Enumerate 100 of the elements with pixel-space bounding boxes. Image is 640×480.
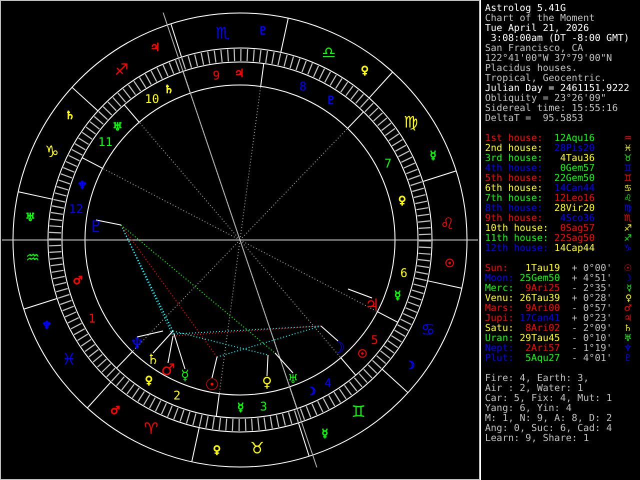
house-cusp-position: 0Sag57 (560, 224, 595, 234)
element-summary-text: Car: 5, Fix: 4, Mut: 1 (485, 394, 614, 404)
house-ruler-glyph: ☽ (306, 385, 316, 398)
house-number: 6 (400, 266, 408, 280)
house-cusp-position: 28Vir20 (553, 204, 595, 214)
house-ruler-glyph: ♀ (398, 194, 406, 208)
ruler-glyph: ♂ (110, 404, 120, 418)
planet-glyph: ♀ (625, 294, 632, 304)
house-cusp-position: 14Can44 (553, 184, 595, 194)
ruler-glyph: ♀ (212, 444, 221, 457)
planet-glyph: ♇ (624, 354, 632, 364)
planet-glyph: ☿ (626, 284, 632, 294)
house-label: 12th house: (485, 244, 549, 254)
sign-glyph: ♏ (624, 214, 632, 224)
planet-glyph: ☿ (180, 368, 190, 384)
sign-glyph: ♊ (624, 174, 632, 184)
house-label: 5th house: (485, 174, 544, 184)
chart-info-text: DeltaT = 95.5853 (485, 114, 584, 124)
house-number: 11 (98, 135, 113, 150)
house-ruler-glyph: ♃ (234, 67, 244, 80)
house-ruler-glyph: ☿ (237, 401, 244, 414)
house-label: 9th house: (485, 214, 543, 224)
planet-name: Sun: (485, 264, 510, 274)
sign-glyph: ♑ (624, 244, 632, 254)
sign-glyph: ♒ (624, 134, 632, 144)
house-cusp-position: 22Gem50 (553, 174, 595, 184)
planet-name: Uran: (485, 334, 515, 344)
element-summary-text: Fire: 4, Earth: 3, (485, 374, 590, 384)
planet-glyph: ♃ (364, 295, 380, 314)
planet-glyph: ♆ (130, 334, 144, 353)
ruler-glyph: ♆ (42, 318, 52, 332)
house-label: 2nd house: (485, 144, 544, 154)
house-number: 10 (144, 92, 160, 106)
house-number: 3 (260, 399, 268, 414)
ruler-glyph: ♃ (150, 40, 160, 54)
house-ruler-glyph: ♇ (326, 94, 336, 108)
planet-name: Jupi: (485, 314, 515, 324)
planet-glyph: ♂ (160, 360, 176, 379)
house-cusp-position: 4Tau36 (559, 154, 595, 164)
zodiac-sign-glyph: ♉ (250, 438, 264, 458)
house-number: 8 (299, 79, 307, 94)
house-label: 6th house: (485, 184, 544, 194)
house-cusp-position: 4Sco36 (559, 214, 595, 224)
ruler-glyph: ♇ (258, 24, 268, 38)
planet-name: Plut: (485, 354, 515, 364)
ruler-glyph: ♅ (25, 210, 36, 224)
ruler-glyph: ♀ (360, 64, 369, 77)
house-number: 5 (370, 332, 378, 347)
planet-glyph: ♄ (146, 352, 160, 368)
planet-glyph: ♇ (88, 217, 104, 236)
planet-latitude: + 0°23' (570, 314, 612, 324)
chart-info-text: Julian Day = 2461151.9222 (485, 84, 630, 94)
planet-name: Merc: (485, 284, 515, 294)
planet-position: 29Tau45 (520, 334, 560, 344)
zodiac-sign-glyph: ♋ (420, 320, 436, 339)
planet-name: Moon: (485, 274, 515, 284)
house-number: 4 (324, 376, 332, 390)
planet-glyph: ♅ (624, 334, 632, 344)
element-summary-text: Yang: 6, Yin: 4 (485, 404, 572, 414)
chart-info-text: Obliquity = 23°26'09" (485, 94, 606, 104)
zodiac-sign-glyph: ♐ (114, 60, 129, 80)
planet-latitude: + 0°28' (570, 294, 612, 304)
planet-position: 5Aqu27 (524, 354, 560, 364)
house-ruler-glyph: ♂ (72, 274, 83, 287)
planet-name: Satu: (485, 324, 515, 334)
zodiac-sign-glyph: ♈ (144, 419, 158, 438)
house-number: 2 (173, 388, 181, 403)
ruler-glyph: ☉ (444, 257, 455, 270)
house-label: 10th house: (485, 224, 549, 234)
planet-position: 26Tau39 (520, 294, 560, 304)
planet-latitude: - 1°19' (570, 344, 612, 354)
planet-latitude: - 4°01' (570, 354, 612, 364)
planet-name: Venu: (485, 294, 515, 304)
planet-latitude: + 0°00' (570, 264, 612, 274)
element-summary-text: Air : 2, Water: 1 (485, 384, 584, 394)
chart-info-text: Sidereal time: 15:55:16 (485, 104, 619, 114)
planet-glyph: ♃ (624, 314, 632, 324)
chart-info-text: Placidus houses. (485, 64, 578, 74)
house-number: 7 (384, 156, 392, 171)
chart-info-text: 122°41'00"W 37°79'00"N (485, 54, 614, 64)
house-number: 9 (212, 68, 220, 83)
chart-info-text: Tue April 21, 2026 (485, 24, 589, 34)
ruler-glyph: ☿ (322, 427, 328, 440)
zodiac-sign-glyph: ♑ (44, 142, 60, 162)
planet-position: 8Ari02 (525, 324, 560, 334)
chart-info-text: San Francisco, CA (485, 44, 584, 54)
planet-latitude: - 2°35' (570, 284, 612, 294)
planet-latitude: - 0°10' (570, 334, 612, 344)
house-ruler-glyph: ♄ (164, 82, 174, 96)
sign-glyph: ♐ (624, 224, 632, 234)
ruler-glyph: ♄ (64, 109, 75, 122)
planet-glyph: ☉ (204, 375, 220, 394)
house-ruler-glyph: ♆ (77, 178, 88, 192)
zodiac-sign-glyph: ♍ (404, 112, 418, 132)
chart-info-text: 3:08:00am (DT -8:00 GMT) (490, 34, 630, 44)
house-label: 3rd house: (485, 154, 544, 164)
zodiac-sign-glyph: ♓ (62, 350, 76, 368)
house-cusp-position: 28Pis20 (553, 144, 595, 154)
planet-glyph: ♀ (262, 375, 272, 391)
planet-glyph: ☉ (624, 264, 632, 274)
